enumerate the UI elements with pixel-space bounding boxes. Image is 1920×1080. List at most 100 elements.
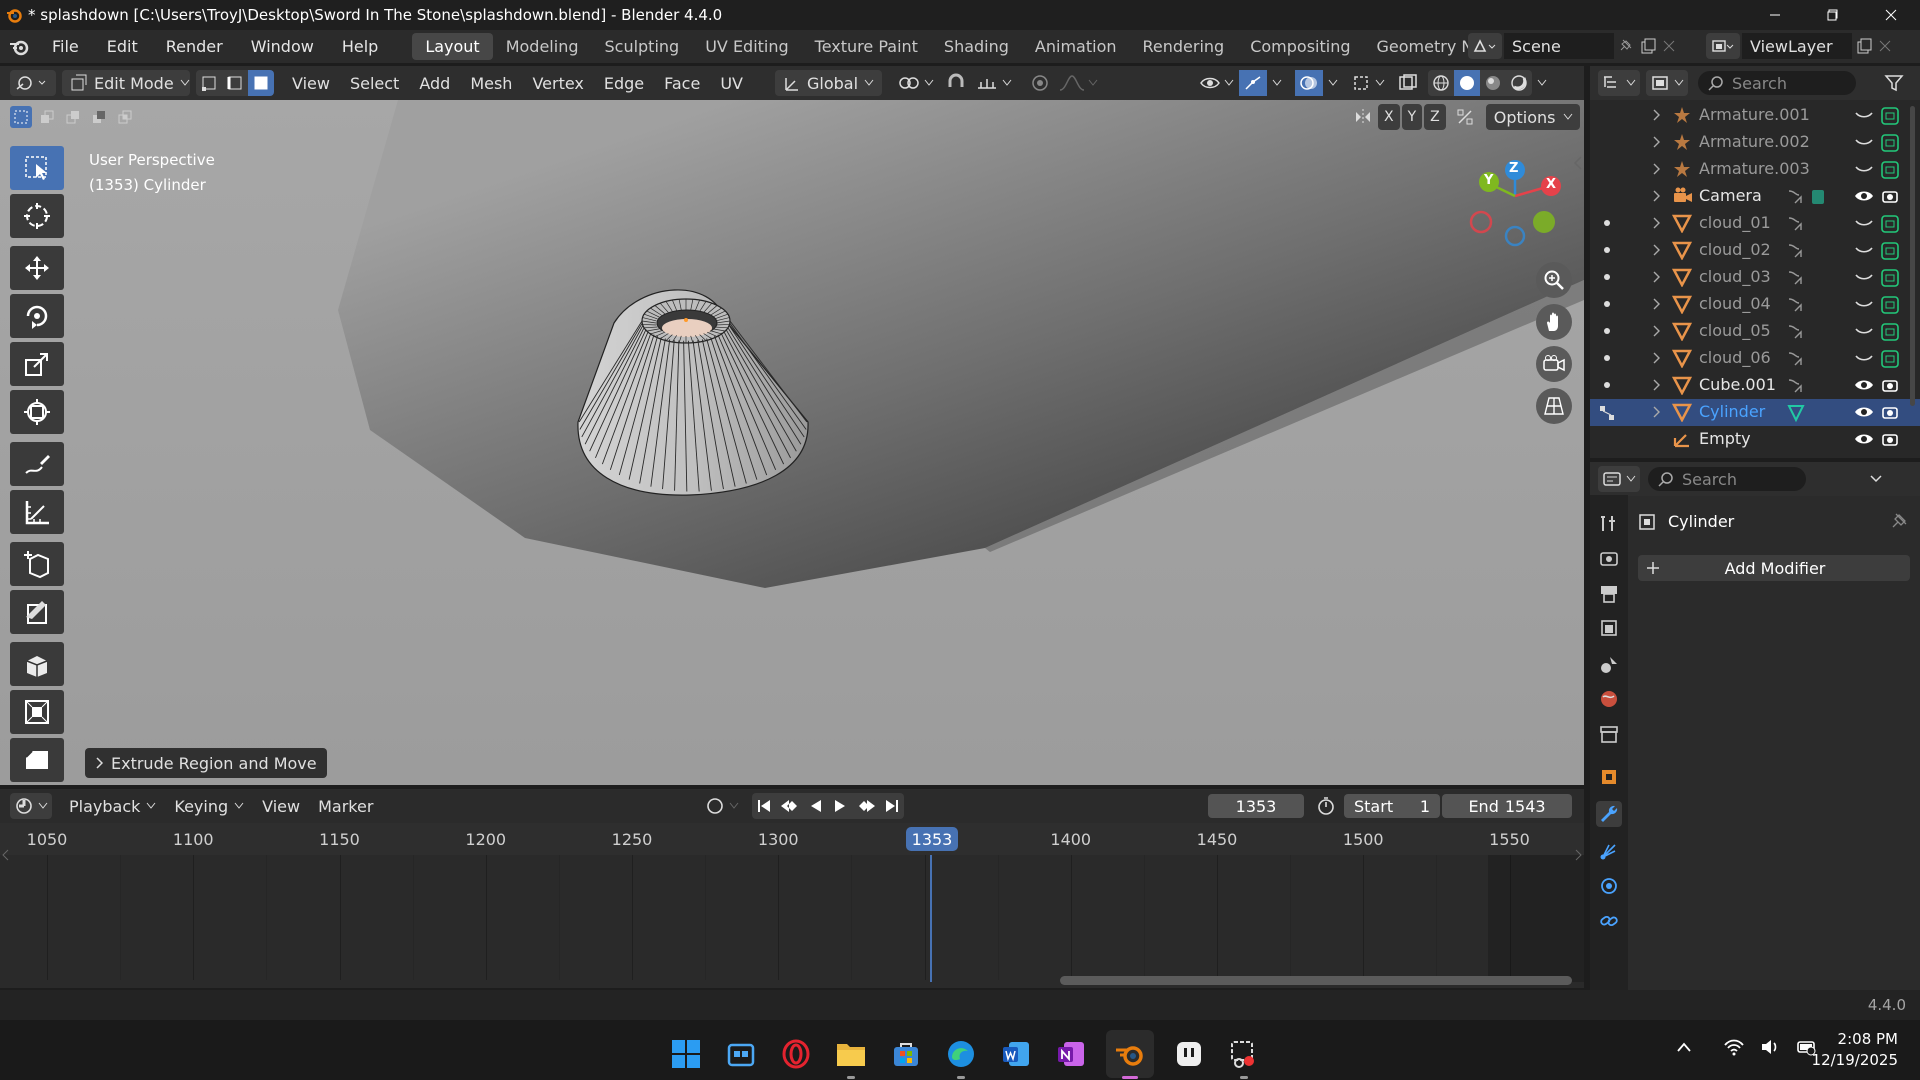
- collection-exclude-icon[interactable]: [1880, 349, 1900, 369]
- modifier-link-icon[interactable]: [1785, 214, 1807, 234]
- menu-window[interactable]: Window: [237, 30, 328, 63]
- xray-toggle-icon[interactable]: [1394, 70, 1422, 96]
- modifier-link-icon[interactable]: [1785, 322, 1807, 342]
- last-operation-panel[interactable]: Extrude Region and Move: [85, 748, 327, 778]
- wireframe-shading-icon[interactable]: [1428, 70, 1454, 96]
- timeline-menu-playback[interactable]: Playback: [60, 793, 165, 819]
- stopwatch-icon[interactable]: [1316, 796, 1336, 816]
- scene-name-field[interactable]: Scene: [1504, 33, 1614, 59]
- overlays-dropdown-icon[interactable]: [1325, 70, 1341, 96]
- outliner-item-cloud-03[interactable]: cloud_03: [1590, 264, 1920, 291]
- menu-file[interactable]: File: [38, 30, 93, 63]
- viewport-menu-view[interactable]: View: [282, 70, 340, 96]
- onenote-app-icon[interactable]: [1051, 1034, 1091, 1074]
- delete-scene-icon[interactable]: [1660, 33, 1678, 59]
- inset-faces-tool[interactable]: [10, 690, 64, 734]
- 3d-viewport[interactable]: User Perspective (1353) Cylinder X Y Z O…: [0, 100, 1584, 785]
- pivot-point-selector[interactable]: [890, 70, 942, 96]
- solid-shading-icon[interactable]: [1454, 70, 1480, 96]
- outliner-item-cloud-04[interactable]: cloud_04: [1590, 291, 1920, 318]
- mesh-edit-overlays-selector[interactable]: [1349, 70, 1388, 96]
- extend-selection-icon[interactable]: [36, 106, 58, 128]
- playhead-frame-label[interactable]: 1353: [906, 827, 958, 851]
- snipping-tool-icon[interactable]: [1224, 1034, 1264, 1079]
- tab-sculpting[interactable]: Sculpting: [591, 33, 692, 60]
- modifier-link-icon[interactable]: [1785, 349, 1807, 369]
- outliner-item-armature-001[interactable]: Armature.001: [1590, 102, 1920, 129]
- render-camera-icon[interactable]: [1880, 376, 1900, 394]
- modifier-link-icon[interactable]: [1785, 376, 1807, 396]
- view-layer-selector[interactable]: ViewLayer: [1706, 33, 1894, 59]
- menu-help[interactable]: Help: [328, 30, 392, 63]
- expand-chevron-icon[interactable]: [1652, 163, 1660, 175]
- mirror-x-toggle[interactable]: X: [1378, 104, 1400, 130]
- expand-chevron-icon[interactable]: [1652, 244, 1660, 256]
- cursor-tool[interactable]: [10, 194, 64, 238]
- start-frame-field[interactable]: Start 1: [1344, 794, 1440, 818]
- edge-select-icon[interactable]: [222, 70, 248, 96]
- face-select-icon[interactable]: [248, 70, 274, 96]
- camera-view-icon[interactable]: [1536, 346, 1572, 382]
- eye-closed-icon[interactable]: [1854, 106, 1874, 124]
- outliner-item-cloud-06[interactable]: cloud_06: [1590, 345, 1920, 372]
- visibility-selector[interactable]: [1196, 70, 1237, 96]
- timeline-menu-view[interactable]: View: [253, 793, 309, 819]
- file-manager-app-icon[interactable]: [721, 1034, 761, 1074]
- viewport-menu-select[interactable]: Select: [340, 70, 409, 96]
- timeline-scrollbar[interactable]: [1060, 976, 1572, 985]
- blender-menu-icon[interactable]: [0, 38, 38, 56]
- view-layer-tab-icon[interactable]: [1598, 618, 1620, 640]
- expand-chevron-icon[interactable]: [1652, 406, 1660, 418]
- new-view-layer-icon[interactable]: [1852, 33, 1876, 59]
- camera-data-icon[interactable]: [1810, 187, 1826, 207]
- physics-tab-icon[interactable]: [1598, 875, 1620, 897]
- outliner-item-armature-003[interactable]: Armature.003: [1590, 156, 1920, 183]
- expand-chevron-icon[interactable]: [1652, 109, 1660, 121]
- timeline-editor-type-icon[interactable]: [10, 793, 52, 819]
- display-mode-icon[interactable]: [1646, 70, 1688, 96]
- eye-icon[interactable]: [1854, 376, 1874, 394]
- pin-icon[interactable]: [1890, 512, 1908, 530]
- pin-scene-icon[interactable]: [1614, 33, 1636, 59]
- collection-exclude-icon[interactable]: [1880, 160, 1900, 180]
- word-app-icon[interactable]: [996, 1034, 1036, 1074]
- rotate-tool[interactable]: [10, 294, 64, 338]
- close-window-icon[interactable]: [1862, 0, 1920, 30]
- intersect-selection-icon[interactable]: [114, 106, 136, 128]
- clock[interactable]: 2:08 PM 12/19/2025: [1808, 1029, 1898, 1071]
- expand-chevron-icon[interactable]: [1652, 217, 1660, 229]
- expand-chevron-icon[interactable]: [1652, 298, 1660, 310]
- collection-exclude-icon[interactable]: [1880, 322, 1900, 342]
- properties-search-field[interactable]: Search: [1648, 467, 1806, 491]
- eye-icon[interactable]: [1854, 403, 1874, 421]
- minimize-icon[interactable]: [1746, 0, 1804, 30]
- next-keyframe-icon[interactable]: [852, 793, 880, 819]
- viewport-menu-add[interactable]: Add: [409, 70, 460, 96]
- eye-closed-icon[interactable]: [1854, 133, 1874, 151]
- rendered-shading-icon[interactable]: [1506, 70, 1532, 96]
- editor-type-icon[interactable]: [10, 70, 56, 96]
- outliner-item-camera[interactable]: Camera: [1590, 183, 1920, 210]
- mode-selector[interactable]: Edit Mode: [62, 70, 190, 96]
- render-tab-icon[interactable]: [1598, 548, 1620, 570]
- tab-rendering[interactable]: Rendering: [1130, 33, 1238, 60]
- jump-start-icon[interactable]: [752, 793, 776, 819]
- mirror-z-toggle[interactable]: Z: [1424, 104, 1446, 130]
- outliner-item-armature-002[interactable]: Armature.002: [1590, 129, 1920, 156]
- overlays-toggle-icon[interactable]: [1295, 70, 1323, 96]
- scene-tab-icon[interactable]: [1598, 653, 1620, 675]
- transform-tool[interactable]: [10, 390, 64, 434]
- outliner-item-cloud-01[interactable]: cloud_01: [1590, 210, 1920, 237]
- expand-chevron-icon[interactable]: [1652, 325, 1660, 337]
- eye-closed-icon[interactable]: [1854, 160, 1874, 178]
- outliner-item-cylinder[interactable]: Cylinder: [1590, 399, 1920, 426]
- options-dropdown[interactable]: Options: [1485, 104, 1580, 130]
- annotate-tool[interactable]: [10, 442, 64, 486]
- tab-modeling[interactable]: Modeling: [493, 33, 592, 60]
- collection-exclude-icon[interactable]: [1880, 241, 1900, 261]
- eye-closed-icon[interactable]: [1854, 268, 1874, 286]
- properties-editor-type-icon[interactable]: [1598, 466, 1640, 492]
- filter-icon[interactable]: [1884, 73, 1904, 93]
- mirror-y-toggle[interactable]: Y: [1401, 104, 1423, 130]
- bevel-tool[interactable]: [10, 738, 64, 782]
